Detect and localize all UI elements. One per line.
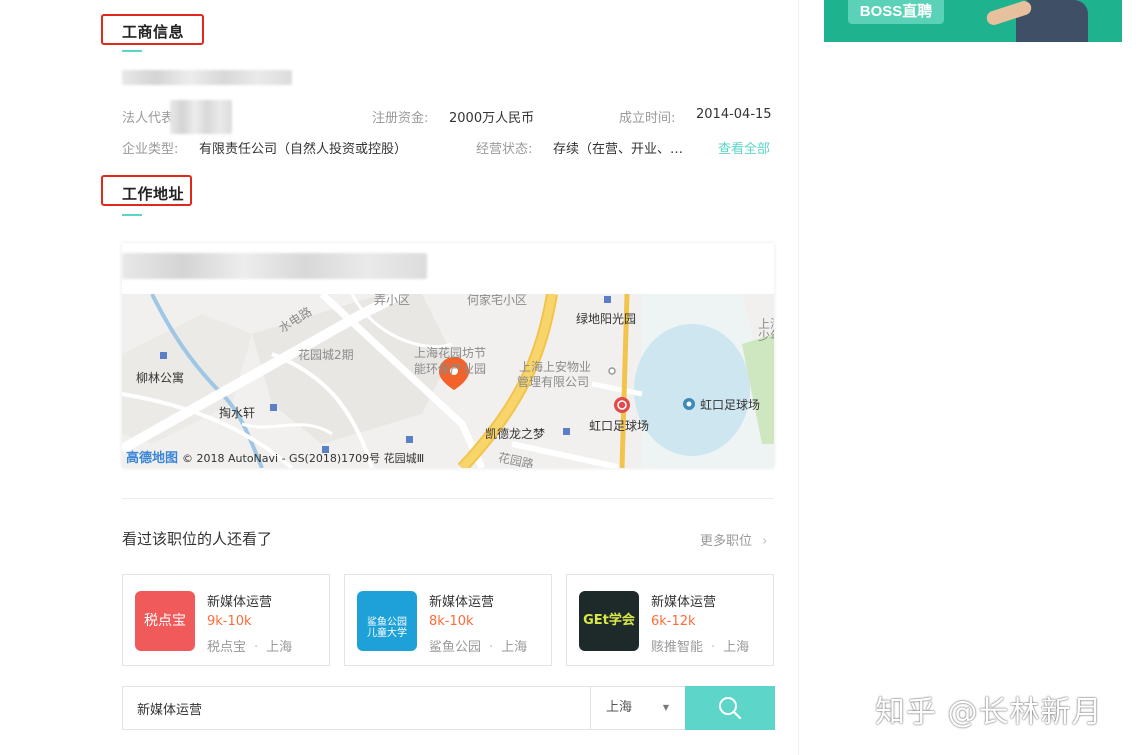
- job-title: 新媒体运营: [651, 595, 717, 610]
- section-divider: [122, 498, 774, 499]
- established-value: 2014-04-15: [696, 107, 772, 122]
- map-label: 弄小区: [374, 294, 411, 307]
- map-graphic: [122, 294, 774, 468]
- map-label: 上海花园坊节: [414, 346, 487, 360]
- map-label: 何家宅小区: [467, 294, 528, 307]
- recommend-title: 看过该职位的人还看了: [122, 530, 273, 548]
- chevron-right-icon: ›: [762, 534, 768, 549]
- job-title: 新媒体运营: [429, 595, 495, 610]
- map-label: 能环保产业园: [414, 362, 487, 376]
- map-label: 掏水轩: [219, 406, 256, 420]
- job-card[interactable]: 鲨鱼公园 儿童大学 新媒体运营 8k-10k 鲨鱼公园 · 上海: [344, 574, 552, 666]
- company-logo: GEt学会: [579, 591, 639, 651]
- job-salary: 8k-10k: [429, 614, 474, 629]
- status-label: 经营状态:: [476, 142, 533, 157]
- address-blurred: [122, 253, 427, 279]
- legal-rep-blurred: [170, 100, 232, 134]
- ad-badge: BOSS直聘: [848, 0, 944, 24]
- section-underline: [122, 214, 142, 216]
- map-copyright: 高德地图 © 2018 AutoNavi - GS(2018)1709号 花园城Ⅲ: [126, 451, 425, 466]
- job-meta: 赅推智能 · 上海: [651, 640, 750, 655]
- map-label: 绿地阳光园: [576, 312, 637, 326]
- view-all-link[interactable]: 查看全部: [718, 138, 770, 157]
- job-search-bar: 上海 ▼: [122, 686, 775, 730]
- more-jobs-link[interactable]: 更多职位 ›: [700, 530, 767, 549]
- amap-logo: 高德地图: [126, 451, 179, 466]
- watermark: 知乎 @长林新月: [875, 695, 1103, 730]
- reg-capital-label: 注册资金:: [372, 111, 429, 126]
- column-divider: [798, 0, 799, 755]
- search-icon: [719, 697, 742, 720]
- company-logo: 鲨鱼公园 儿童大学: [357, 591, 417, 651]
- job-salary: 6k-12k: [651, 614, 696, 629]
- reg-capital-value: 2000万人民币: [449, 111, 535, 126]
- map-label: 花园城2期: [298, 348, 354, 362]
- caret-down-icon: ▼: [662, 703, 669, 712]
- ad-illustration: [984, 0, 1096, 42]
- job-card[interactable]: GEt学会 新媒体运营 6k-12k 赅推智能 · 上海: [566, 574, 774, 666]
- search-input[interactable]: [123, 687, 589, 729]
- work-address-title: 工作地址: [122, 185, 185, 203]
- map-label: 虹口足球场: [589, 419, 650, 433]
- map-label: 虹口足球场: [700, 398, 761, 412]
- established-label: 成立时间:: [619, 111, 676, 126]
- map-label: 上海 少年: [758, 317, 774, 343]
- legal-rep-label: 法人代表: [122, 111, 175, 126]
- map-card: 弄小区 何家宅小区 绿地阳光园 水电路 花园城2期 柳林公寓 掏水轩 上海花园坊…: [122, 243, 774, 468]
- job-meta: 税点宝 · 上海: [207, 640, 293, 655]
- status-value: 存续（在营、开业、…: [553, 142, 684, 157]
- section-underline: [122, 50, 142, 52]
- search-button[interactable]: [685, 686, 775, 730]
- job-meta: 鲨鱼公园 · 上海: [429, 640, 528, 655]
- map[interactable]: 弄小区 何家宅小区 绿地阳光园 水电路 花园城2期 柳林公寓 掏水轩 上海花园坊…: [122, 294, 774, 468]
- boss-ad-banner[interactable]: BOSS直聘: [824, 0, 1122, 42]
- company-type-label: 企业类型:: [122, 142, 179, 157]
- map-label: 管理有限公司: [517, 375, 590, 389]
- company-type-value: 有限责任公司（自然人投资或控股）: [199, 142, 408, 157]
- map-label: 柳林公寓: [136, 371, 185, 385]
- company-name-blurred: [122, 70, 292, 85]
- job-title: 新媒体运营: [207, 595, 273, 610]
- business-info-title: 工商信息: [122, 23, 185, 41]
- city-select[interactable]: 上海 ▼: [590, 687, 685, 729]
- job-card[interactable]: 税点宝 新媒体运营 9k-10k 税点宝 · 上海: [122, 574, 330, 666]
- map-label: 凯德龙之梦: [485, 427, 546, 441]
- job-salary: 9k-10k: [207, 614, 252, 629]
- company-logo: 税点宝: [135, 591, 195, 651]
